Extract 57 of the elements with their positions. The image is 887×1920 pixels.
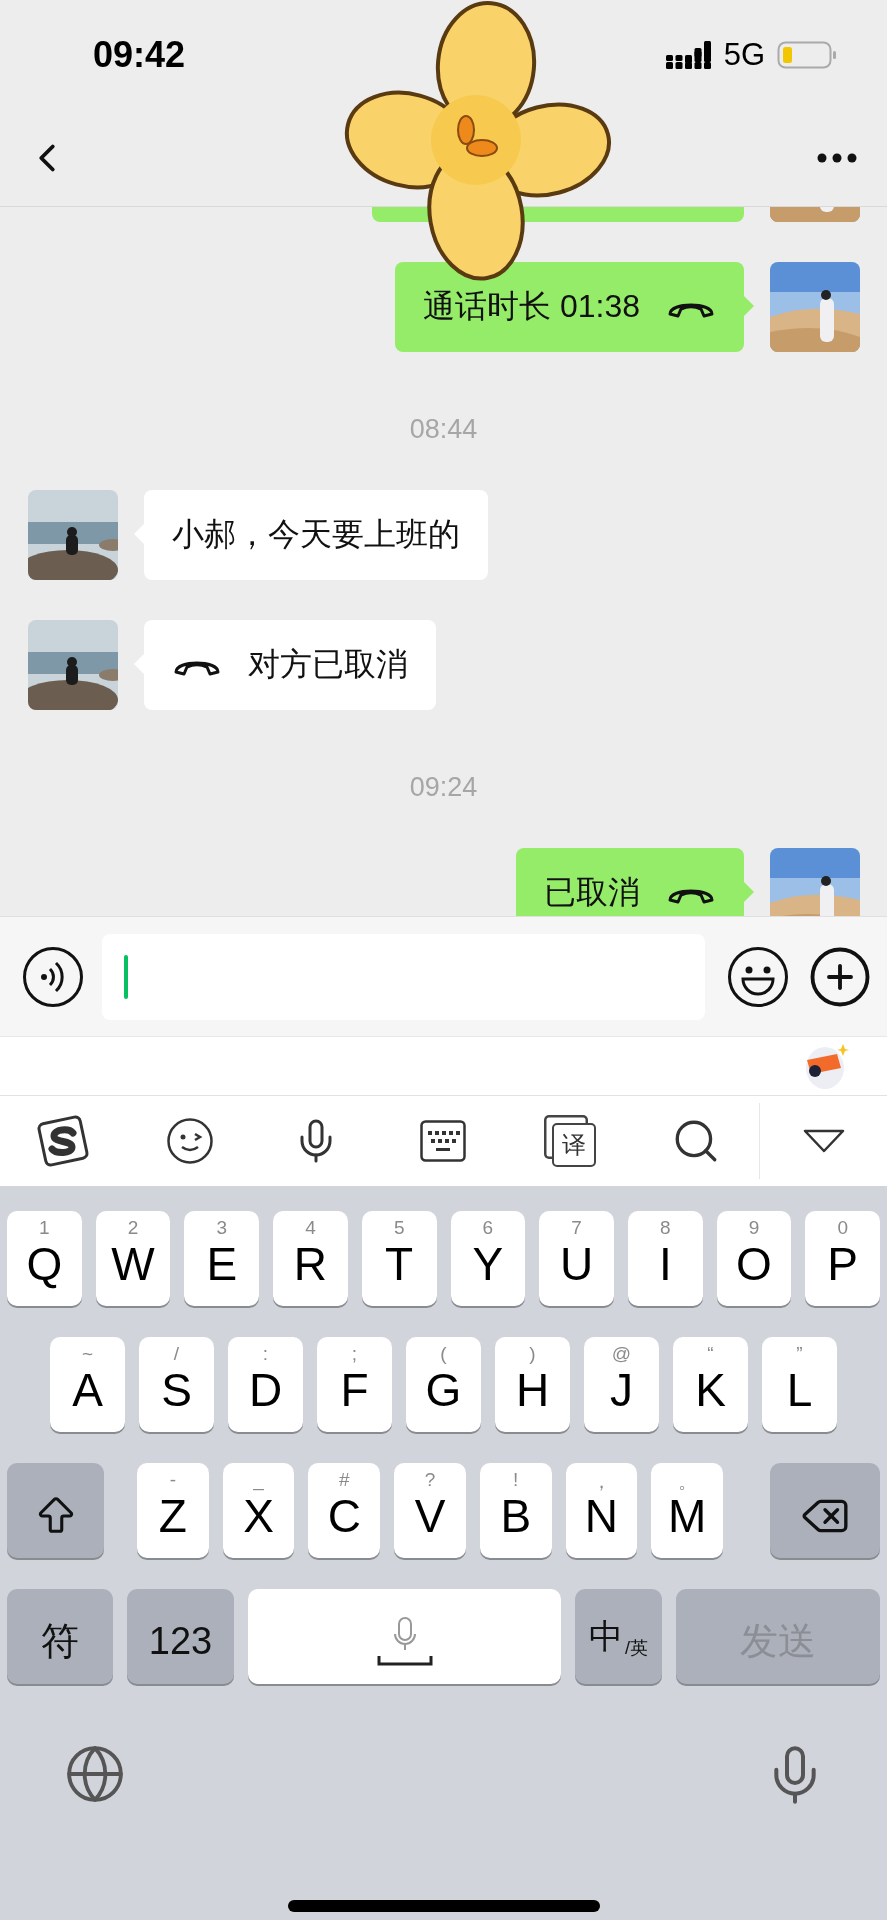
space-mic-icon	[376, 1615, 433, 1668]
wink-face-icon	[165, 1117, 214, 1165]
voice-icon	[22, 945, 84, 1008]
shift-key[interactable]	[7, 1463, 104, 1558]
battery-icon	[777, 41, 837, 69]
letter-key[interactable]: 3 E	[184, 1211, 260, 1306]
letter-key[interactable]: ~ A	[50, 1337, 125, 1432]
message-text: 小郝，今天要上班的	[172, 515, 460, 554]
symbols-key[interactable]: 符	[7, 1589, 113, 1684]
signal-icon	[665, 41, 712, 69]
network-type: 5G	[723, 37, 765, 73]
clock-time: 09:42	[93, 34, 186, 76]
letter-key[interactable]: ” L	[762, 1337, 837, 1432]
letter-key[interactable]: 2 W	[95, 1211, 171, 1306]
emoji-icon	[727, 945, 789, 1008]
letter-key[interactable]: - Z	[137, 1463, 209, 1558]
letter-key[interactable]: 5 T	[361, 1211, 437, 1306]
call-text: 通话时长 01:38	[423, 287, 640, 326]
letter-key[interactable]: ( G	[406, 1337, 481, 1432]
globe-icon	[64, 1743, 126, 1805]
call-bubble[interactable]: 对方已取消	[144, 620, 436, 710]
letter-key[interactable]: ; F	[317, 1337, 392, 1432]
letter-key[interactable]: @ J	[584, 1337, 659, 1432]
letter-key[interactable]: ) H	[495, 1337, 570, 1432]
globe-button[interactable]	[64, 1743, 126, 1805]
emoji-button[interactable]	[727, 945, 789, 1008]
letter-key[interactable]: 8 I	[627, 1211, 703, 1306]
triangle-down-icon	[801, 1128, 846, 1154]
letter-key[interactable]: 。 M	[651, 1463, 724, 1558]
more-icon	[817, 153, 857, 163]
letter-key[interactable]: / S	[139, 1337, 214, 1432]
more-button[interactable]	[817, 153, 857, 163]
letter-key[interactable]: 6 Y	[450, 1211, 526, 1306]
letter-key[interactable]: _ X	[222, 1463, 295, 1558]
letter-key[interactable]: 4 R	[273, 1211, 348, 1306]
timestamp: 08:44	[409, 414, 478, 444]
letter-key[interactable]: 1 Q	[7, 1211, 82, 1306]
letter-key[interactable]: 0 P	[805, 1211, 881, 1306]
backspace-key[interactable]	[770, 1463, 881, 1558]
keyboard-icon	[420, 1120, 466, 1162]
call-bubble[interactable]: 通话时长 01:38	[395, 262, 744, 352]
call-text: 已取消	[544, 873, 640, 912]
timestamp: 09:24	[409, 772, 478, 802]
message-input-field[interactable]	[102, 933, 705, 1020]
call-bubble[interactable]: 已取消	[516, 848, 744, 916]
letter-key[interactable]: ! B	[479, 1463, 552, 1558]
letter-key[interactable]: ， N	[565, 1463, 638, 1558]
call-text: 对方已取消	[248, 645, 408, 684]
letter-key[interactable]: # C	[308, 1463, 381, 1558]
numbers-key[interactable]: 123	[127, 1589, 234, 1684]
voice-button[interactable]	[22, 945, 84, 1008]
letter-key[interactable]: “ K	[673, 1337, 748, 1432]
letter-key[interactable]: : D	[228, 1337, 303, 1432]
letter-key[interactable]: 9 O	[716, 1211, 792, 1306]
text-cursor	[124, 954, 128, 999]
letter-key[interactable]: 7 U	[539, 1211, 614, 1306]
letter-key[interactable]: ? V	[394, 1463, 466, 1558]
